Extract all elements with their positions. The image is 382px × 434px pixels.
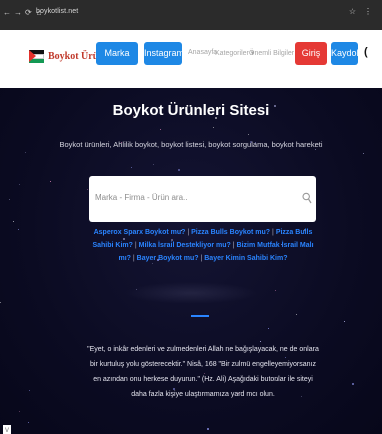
popular-links: Asperox Sparx Boykot mu? | Pizza Bulls B… — [92, 229, 314, 262]
chevron-down-icon[interactable]: v — [3, 425, 11, 434]
reload-icon[interactable]: ⟳ — [25, 8, 32, 17]
popular-link[interactable]: Asperox Sparx Boykot mu? — [94, 229, 186, 236]
star-decoration — [268, 328, 269, 329]
star-decoration — [363, 153, 364, 154]
browser-actions: ☆ ⋮ — [349, 7, 372, 16]
star-decoration — [9, 199, 10, 200]
search-box — [89, 176, 316, 222]
star-decoration — [275, 290, 276, 291]
site-header: Boykot Ürünleri Marka Öner Instagram Ana… — [0, 30, 382, 88]
hero-section: Boykot Ürünleri Sitesi Boykot ürünleri, … — [0, 88, 382, 434]
star-decoration — [19, 411, 20, 412]
section-divider — [191, 315, 209, 317]
search-input[interactable] — [95, 193, 285, 202]
menu-important-info[interactable]: Önemli Bilgiler ▾ — [249, 49, 300, 57]
star-decoration — [248, 134, 249, 135]
star-decoration — [160, 129, 161, 130]
star-decoration — [213, 127, 214, 128]
star-decoration — [25, 152, 26, 153]
page-title: Boykot Ürünleri Sitesi — [112, 102, 270, 119]
login-button[interactable]: Giriş Yap — [295, 42, 327, 81]
back-icon[interactable]: ← — [3, 8, 11, 17]
browser-toolbar: ← → ⟳ ⌂ boykotlist.net ☆ ⋮ — [0, 0, 382, 30]
popular-link[interactable]: Bayer Boykot mu? — [137, 255, 199, 262]
star-decoration — [29, 390, 30, 391]
star-decoration — [153, 164, 154, 165]
star-decoration — [87, 189, 88, 190]
glow-decoration — [124, 282, 258, 304]
star-decoration — [28, 422, 29, 423]
star-decoration — [352, 383, 354, 385]
star-decoration — [296, 314, 297, 315]
hero-subtitle: Boykot ürünleri, Ahlilik boykot, boykot … — [59, 140, 323, 149]
star-decoration — [315, 149, 316, 150]
suggest-brand-button[interactable]: Marka Öner — [96, 42, 138, 81]
star-decoration — [13, 221, 14, 222]
quote-text: "Eyet, o inkâr edenleri ve zulmedenleri … — [87, 346, 319, 398]
menu-home[interactable]: Anasayfa — [188, 49, 217, 56]
star-decoration — [0, 302, 1, 303]
popular-link[interactable]: Pizza Bulls Boykot mu? — [191, 229, 270, 236]
star-decoration — [344, 321, 345, 322]
forward-icon[interactable]: → — [14, 8, 22, 17]
register-button[interactable]: Kaydol — [331, 42, 359, 65]
browser-menu-icon[interactable]: ⋮ — [364, 7, 372, 16]
star-decoration — [50, 181, 51, 182]
theme-toggle-icon[interactable]: ( — [364, 46, 368, 58]
star-decoration — [19, 184, 20, 185]
star-decoration — [178, 169, 180, 171]
instagram-button[interactable]: Instagram — [144, 42, 184, 65]
address-bar[interactable]: boykotlist.net — [36, 8, 78, 15]
popular-link[interactable]: Milka İsrail Destekliyor mu? — [139, 242, 231, 249]
search-icon[interactable] — [302, 192, 312, 204]
popular-link[interactable]: Bayer Kimin Sahibi Kim? — [204, 255, 287, 262]
star-decoration — [207, 428, 209, 430]
palestine-flag-icon — [29, 50, 44, 63]
star-decoration — [131, 167, 132, 168]
bookmark-icon[interactable]: ☆ — [349, 7, 356, 16]
star-decoration — [18, 229, 19, 230]
